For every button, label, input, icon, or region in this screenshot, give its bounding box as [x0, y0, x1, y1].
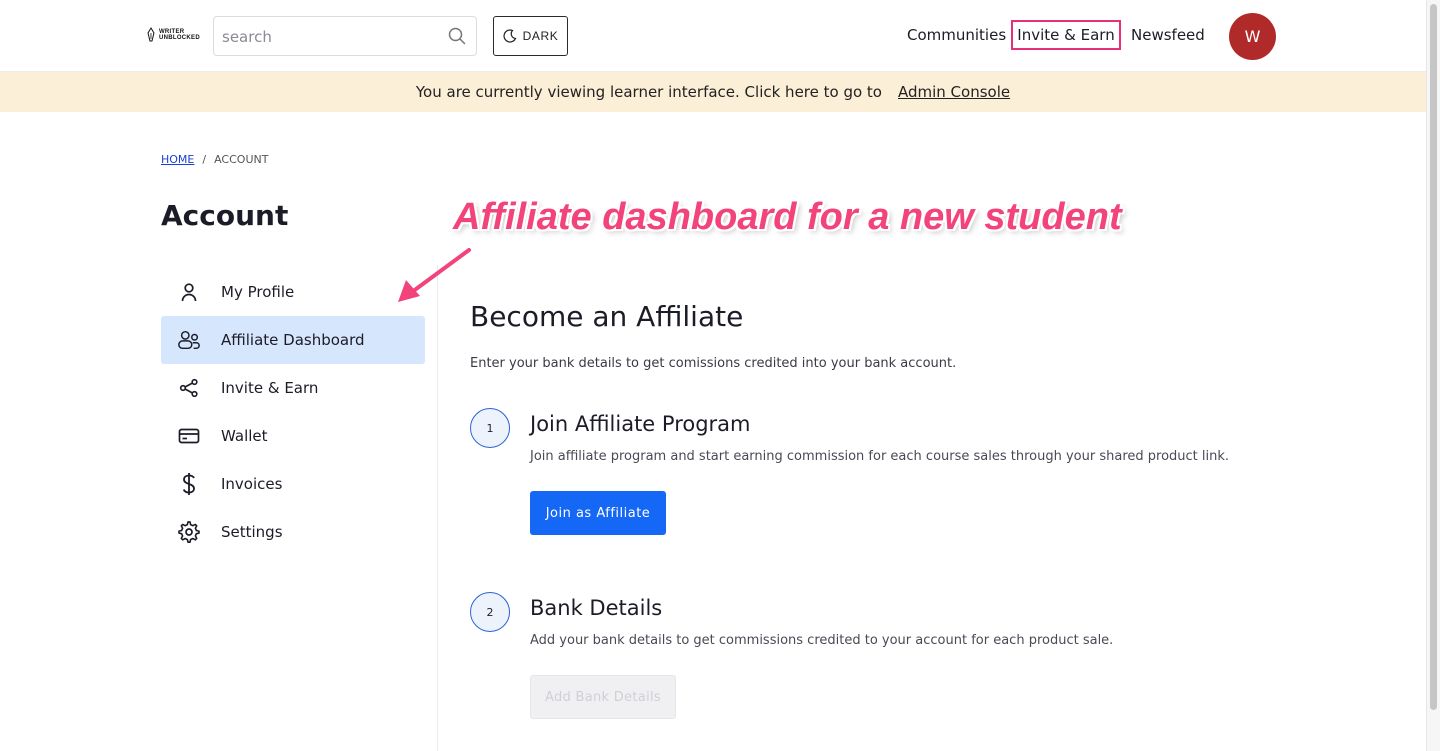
sidebar-item-affiliate-dashboard[interactable]: Affiliate Dashboard	[161, 316, 425, 364]
users-icon	[177, 328, 201, 352]
learner-interface-banner: You are currently viewing learner interf…	[0, 72, 1426, 112]
sidebar-item-wallet[interactable]: Wallet	[161, 412, 425, 460]
dark-mode-label: DARK	[522, 29, 559, 43]
logo-text: WRITER UNBLOCKED	[159, 29, 200, 41]
step-1-indicator: 1	[470, 408, 510, 448]
sidebar-divider	[437, 265, 438, 751]
search-icon[interactable]	[448, 27, 466, 45]
sidebar-item-label: My Profile	[221, 283, 295, 301]
step-1-description: Join affiliate program and start earning…	[530, 449, 1230, 464]
page-title: Account	[161, 199, 289, 232]
share-icon	[177, 376, 201, 400]
logo[interactable]: WRITER UNBLOCKED	[146, 24, 200, 46]
sidebar-item-my-profile[interactable]: My Profile	[161, 268, 425, 316]
sidebar-item-label: Wallet	[221, 427, 268, 445]
become-affiliate-title: Become an Affiliate	[470, 300, 744, 333]
nav-communities[interactable]: Communities	[907, 20, 1006, 50]
logo-line-2: UNBLOCKED	[158, 35, 200, 41]
credit-card-icon	[177, 424, 201, 448]
banner-text: You are currently viewing learner interf…	[415, 83, 882, 101]
admin-console-link[interactable]: Admin Console	[898, 83, 1010, 101]
join-affiliate-button[interactable]: Join as Affiliate	[530, 491, 666, 535]
avatar[interactable]: W	[1229, 13, 1276, 60]
annotation-arrow-icon	[398, 248, 471, 302]
nav-invite-earn[interactable]: Invite & Earn	[1011, 20, 1121, 50]
moon-icon	[503, 29, 517, 43]
add-bank-details-button[interactable]: Add Bank Details	[530, 675, 676, 719]
nav-newsfeed[interactable]: Newsfeed	[1131, 20, 1205, 50]
search-box	[213, 16, 477, 56]
dark-mode-button[interactable]: DARK	[493, 16, 568, 56]
gear-icon	[177, 520, 201, 544]
annotation-text: Affiliate dashboard for a new student	[453, 196, 1122, 238]
sidebar-item-invoices[interactable]: Invoices	[161, 460, 425, 508]
step-2-title: Bank Details	[530, 596, 663, 620]
sidebar-item-label: Invoices	[221, 475, 283, 493]
pen-nib-icon	[147, 27, 155, 42]
sidebar-item-label: Settings	[221, 523, 283, 541]
sidebar-item-label: Invite & Earn	[221, 379, 319, 397]
sidebar-item-invite-earn[interactable]: Invite & Earn	[161, 364, 425, 412]
dollar-icon	[177, 472, 201, 496]
breadcrumb-home-link[interactable]: HOME	[161, 153, 194, 166]
sidebar-item-settings[interactable]: Settings	[161, 508, 425, 556]
scrollbar-thumb[interactable]	[1430, 4, 1437, 710]
search-input[interactable]	[222, 27, 442, 47]
step-1-title: Join Affiliate Program	[530, 412, 751, 436]
step-2-description: Add your bank details to get commissions…	[530, 633, 1114, 648]
become-affiliate-subtitle: Enter your bank details to get comission…	[470, 356, 957, 371]
breadcrumb: HOME / ACCOUNT	[161, 153, 268, 166]
breadcrumb-current: ACCOUNT	[214, 153, 269, 166]
top-header: WRITER UNBLOCKED DARK Communities Invite…	[0, 0, 1426, 72]
scrollbar[interactable]	[1426, 0, 1440, 751]
user-icon	[177, 280, 201, 304]
sidebar-item-label: Affiliate Dashboard	[221, 331, 365, 349]
breadcrumb-separator: /	[202, 153, 207, 166]
step-2-indicator: 2	[470, 592, 510, 632]
